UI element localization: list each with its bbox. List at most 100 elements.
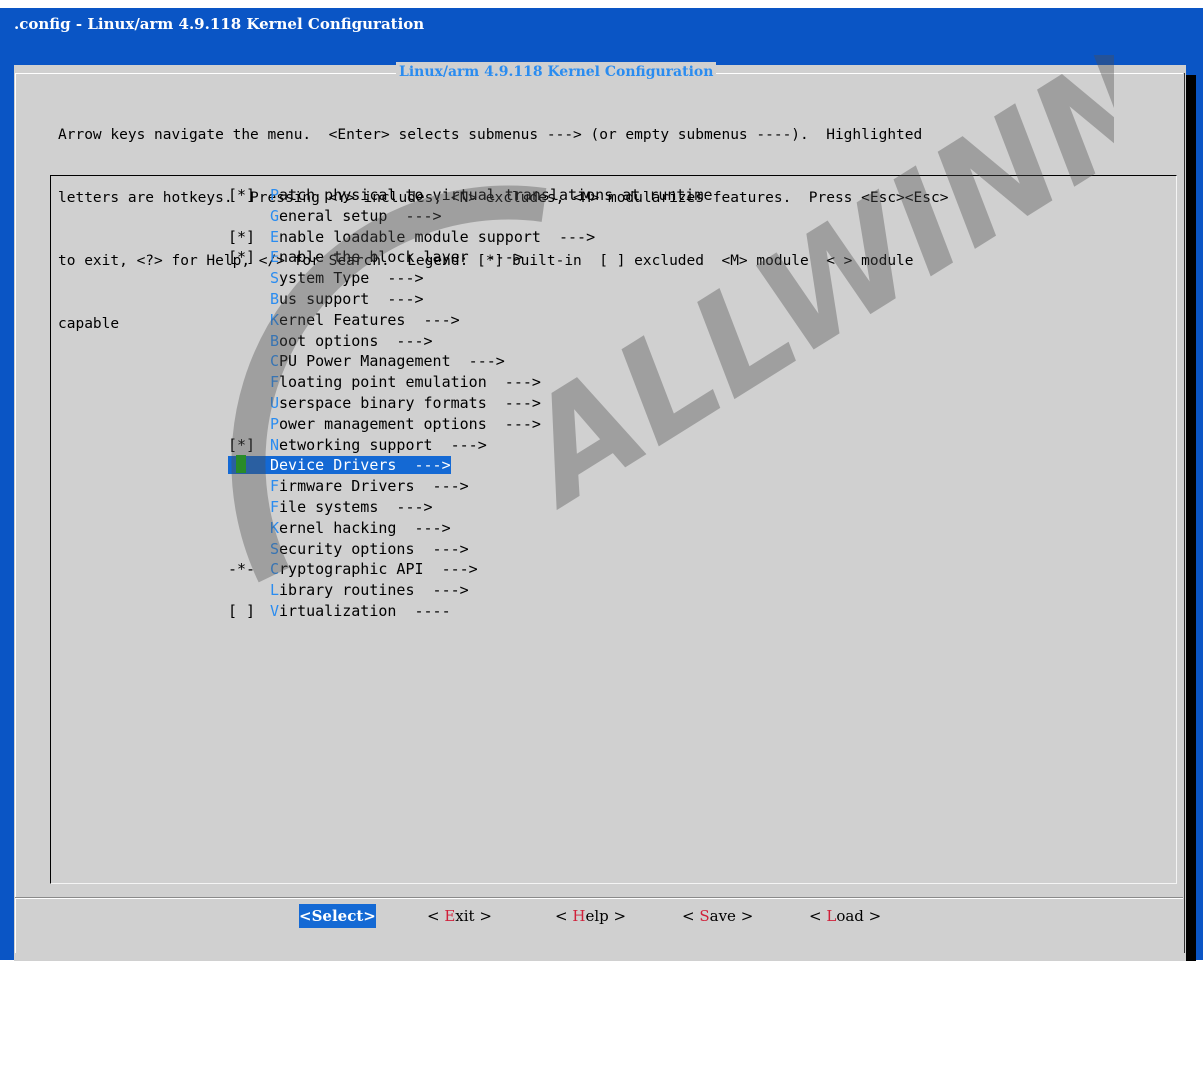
menu-item[interactable]: CPU Power Management ---> [228, 351, 505, 372]
save-button-close: > [735, 907, 754, 925]
menu-item-label: ryptographic API ---> [279, 560, 478, 579]
menu-item-state: [ ] [228, 602, 256, 620]
menu-item[interactable]: Firmware Drivers ---> [228, 476, 469, 497]
menu-item[interactable]: [*] Enable the block layer ---> [228, 247, 523, 268]
menu-item-hotkey: K [270, 310, 280, 329]
dialog-border-right [1184, 73, 1185, 953]
menu-item-label: irmware Drivers ---> [279, 477, 469, 496]
load-button-label: oad [836, 907, 864, 925]
load-button-open: < [809, 907, 827, 925]
menu-item-hotkey: C [270, 560, 280, 579]
menu-item-selection: Device Drivers ---> [228, 455, 451, 475]
menu-item[interactable]: [ ] Virtualization ---- [228, 601, 451, 622]
menu-item-state: [*] [228, 227, 256, 246]
menu-item[interactable]: Userspace binary formats ---> [228, 393, 541, 414]
menu-item-label: ystem Type ---> [279, 269, 424, 288]
menu-item-hotkey: U [270, 394, 280, 412]
menu-item-hotkey: S [270, 269, 280, 288]
help-button-open: < [555, 907, 573, 925]
help-line: Arrow keys navigate the menu. <Enter> se… [58, 127, 923, 143]
help-button-close: > [608, 907, 627, 925]
menu-list: [*] Patch physical to virtual translation… [51, 176, 1176, 883]
help-button[interactable]: < Help > [555, 904, 626, 928]
dialog-title: Linux/arm 4.9.118 Kernel Configuration [396, 62, 717, 82]
menu-item-label: ibrary routines ---> [279, 581, 469, 600]
exit-button[interactable]: < Exit > [427, 904, 492, 928]
exit-button-label: xit [455, 907, 475, 925]
menu-item[interactable]: Library routines ---> [228, 580, 469, 601]
load-button[interactable]: < Load > [809, 904, 881, 928]
menu-item[interactable]: System Type ---> [228, 268, 424, 289]
help-button-label: elp [585, 907, 609, 925]
menu-item[interactable]: Security options ---> [228, 539, 469, 560]
menu-item-label: ower management options ---> [279, 414, 541, 433]
menu-item-label: ernel Features ---> [279, 310, 460, 329]
menu-item-label: nable the block layer ---> [279, 248, 523, 267]
menu-item-hotkey: P [270, 186, 280, 204]
menu-item-label: PU Power Management ---> [279, 352, 505, 371]
menu-item[interactable]: [*] Enable loadable module support ---> [228, 227, 595, 248]
button-bar: <Select> < Exit > < Help > < Save > < Lo… [299, 904, 881, 928]
menu-item[interactable]: Device Drivers ---> [228, 455, 451, 476]
menu-item-label: serspace binary formats ---> [279, 394, 541, 412]
help-button-hotkey: H [572, 907, 586, 925]
exit-button-hotkey: E [444, 907, 456, 925]
dialog-border-left [15, 73, 16, 953]
menu-item-hotkey: B [270, 331, 280, 350]
select-button-label: elect [322, 907, 364, 925]
menu-item-hotkey: V [270, 602, 280, 620]
menu-item-hotkey: S [270, 539, 280, 558]
button-separator-highlight [15, 898, 1183, 899]
save-button-hotkey: S [699, 907, 710, 925]
load-button-hotkey: L [826, 907, 837, 925]
menu-box[interactable]: [*] Patch physical to virtual translation… [50, 175, 1177, 884]
menu-item[interactable]: Kernel Features ---> [228, 310, 460, 331]
menu-item-hotkey: C [270, 352, 280, 371]
menu-item-state: [*] [228, 186, 256, 204]
menu-item[interactable]: Bus support ---> [228, 289, 424, 310]
menu-item[interactable]: General setup ---> [228, 206, 442, 227]
save-button-open: < [682, 907, 700, 925]
menu-item[interactable]: Power management options ---> [228, 414, 541, 435]
menu-item-hotkey: F [270, 498, 280, 516]
menu-item[interactable]: File systems ---> [228, 497, 433, 518]
kernel-config-dialog: Linux/arm 4.9.118 Kernel Configuration A… [14, 55, 1186, 961]
menu-item-label: ernel hacking ---> [279, 518, 451, 537]
menu-item[interactable]: Floating point emulation ---> [228, 372, 541, 393]
terminal-screen: .config - Linux/arm 4.9.118 Kernel Confi… [0, 8, 1203, 961]
menu-item-hotkey: B [270, 290, 280, 308]
menu-item-label: etworking support ---> [279, 435, 487, 454]
dialog-shadow-right [1186, 75, 1196, 961]
menu-item-state: -*- [228, 560, 256, 579]
menu-item-hotkey: N [270, 435, 280, 454]
select-button-hotkey: S [311, 907, 323, 925]
save-button-label: ave [709, 907, 736, 925]
menu-item[interactable]: [*] Networking support ---> [228, 435, 487, 456]
menu-item[interactable]: [*] Patch physical to virtual translation… [228, 185, 713, 206]
select-button-close: > [363, 907, 376, 925]
save-button[interactable]: < Save > [682, 904, 753, 928]
menu-item-hotkey: P [270, 414, 280, 433]
exit-button-open: < [427, 907, 445, 925]
load-button-close: > [863, 907, 882, 925]
menu-item-label: oot options ---> [279, 331, 433, 350]
menu-item[interactable]: Boot options ---> [228, 331, 433, 352]
menu-item-hotkey: E [270, 248, 280, 267]
menu-item-label: loating point emulation ---> [279, 373, 541, 392]
menu-item-label: atch physical to virtual translations at… [279, 186, 713, 204]
menu-item-label: eneral setup ---> [279, 206, 442, 225]
menu-item-hotkey: G [270, 206, 280, 225]
menu-item-label: nable loadable module support ---> [279, 227, 596, 246]
menu-item-hotkey: F [270, 373, 280, 392]
menu-item-hotkey: F [270, 477, 280, 496]
menu-item-label: Device Drivers ---> [270, 456, 451, 475]
exit-button-close: > [474, 907, 492, 925]
cursor-block [236, 455, 246, 474]
menu-item[interactable]: -*- Cryptographic API ---> [228, 559, 478, 580]
menu-item-state: [*] [228, 435, 256, 454]
menu-item-label: irtualization ---- [279, 602, 451, 620]
menu-item[interactable]: Kernel hacking ---> [228, 518, 451, 539]
window-title: .config - Linux/arm 4.9.118 Kernel Confi… [14, 15, 425, 33]
select-button[interactable]: <Select> [299, 904, 376, 928]
menu-item-hotkey: K [270, 518, 280, 537]
